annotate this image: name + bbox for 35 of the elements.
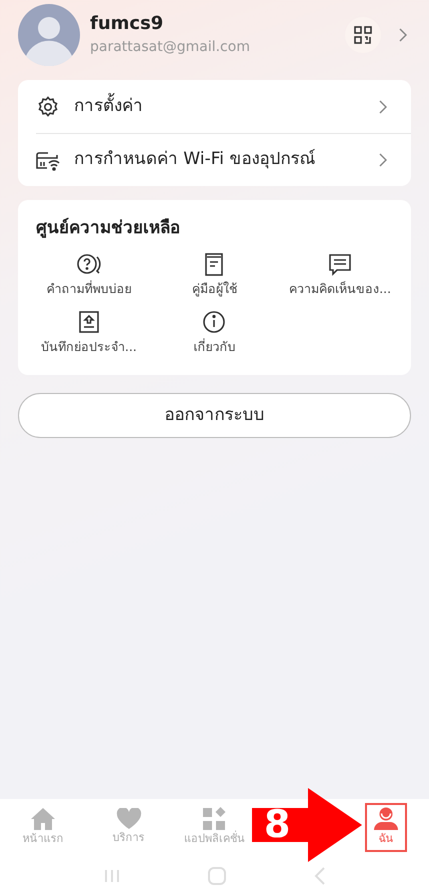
help-label: คู่มือผู้ใช้ xyxy=(192,280,237,298)
help-item[interactable]: คู่มือผู้ใช้ xyxy=(152,250,278,298)
menu-item[interactable]: การกำหนดค่า Wi-Fi ของอุปกรณ์ xyxy=(36,133,411,186)
chevron-icon xyxy=(379,100,387,114)
chevron-icon xyxy=(379,153,387,167)
back-icon[interactable] xyxy=(314,866,326,886)
help-title: ศูนย์ความช่วยเหลือ xyxy=(36,216,181,240)
avatar-icon[interactable] xyxy=(18,4,80,66)
help-item[interactable]: บันทึกย่อประจำ... xyxy=(26,308,152,357)
home-icon xyxy=(30,807,56,832)
tab[interactable]: ฉัน xyxy=(365,803,408,852)
settings-icon xyxy=(36,94,60,118)
user-name: fumcs9 xyxy=(90,12,164,36)
menu-item[interactable]: การตั้งค่า xyxy=(36,80,411,133)
help-label: ความคิดเห็นของ... xyxy=(289,280,392,298)
qr-code-button[interactable] xyxy=(345,17,381,53)
help-label: บันทึกย่อประจำ... xyxy=(40,338,137,356)
router-wifi-icon xyxy=(36,149,60,171)
heart-icon xyxy=(116,808,142,830)
help-item[interactable]: เกี่ยวกับ xyxy=(152,308,278,357)
logout-button[interactable]: ออกจากระบบ xyxy=(18,393,411,438)
qr-code-icon xyxy=(353,25,373,45)
menu-label: การกำหนดค่า Wi-Fi ของอุปกรณ์ xyxy=(74,148,316,172)
help-label: เกี่ยวกับ xyxy=(193,338,236,356)
help-item[interactable]: คำถามที่พบบ่อย xyxy=(26,250,152,298)
home-nav-icon[interactable] xyxy=(207,866,228,886)
user-email: parattasat@gmail.com xyxy=(90,38,251,57)
menu-label: การตั้งค่า xyxy=(74,94,365,120)
help-item[interactable]: ความคิดเห็นของ... xyxy=(277,250,403,298)
chevron-icon xyxy=(399,28,407,42)
recent-apps-icon[interactable] xyxy=(103,868,122,884)
person-icon xyxy=(373,807,400,832)
step-number: 8 xyxy=(264,802,290,846)
help-label: คำถามที่พบบ่อย xyxy=(46,280,132,298)
apps-grid-icon xyxy=(202,807,226,832)
